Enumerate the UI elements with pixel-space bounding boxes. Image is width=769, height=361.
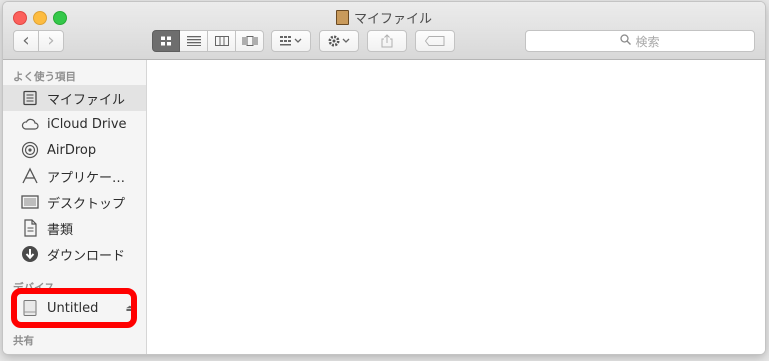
list-view-button[interactable] <box>180 30 208 52</box>
sidebar-item-airdrop[interactable]: AirDrop <box>3 137 146 163</box>
title-bar: マイファイル ‹ › 検索 <box>3 2 765 60</box>
window-title-text: マイファイル <box>353 12 432 27</box>
favorites-header: よく使う項目 <box>13 71 76 83</box>
tags-button[interactable] <box>415 30 455 52</box>
forward-button[interactable]: › <box>38 30 64 52</box>
icon-view-icon <box>161 36 171 46</box>
sidebar-item-label: iCloud Drive <box>47 116 127 132</box>
back-button[interactable]: ‹ <box>13 30 39 52</box>
desktop-icon <box>21 193 39 211</box>
window-title: マイファイル <box>3 8 765 27</box>
annotation-highlight-box <box>11 288 137 328</box>
search-icon <box>620 34 632 48</box>
sidebar-item-label: ダウンロード <box>47 248 126 264</box>
column-view-icon <box>214 36 229 46</box>
downloads-icon <box>21 245 39 263</box>
search-placeholder: 検索 <box>635 34 660 49</box>
sidebar-item-label: 書類 <box>47 222 74 238</box>
shared-header: 共有 <box>13 335 34 347</box>
file-browser-content[interactable] <box>147 60 765 354</box>
tag-icon <box>425 36 445 46</box>
sidebar-item-icloud-drive[interactable]: iCloud Drive <box>3 111 146 137</box>
sidebar-item-downloads[interactable]: ダウンロード <box>3 241 146 267</box>
sidebar-item-label: マイファイル <box>47 92 126 108</box>
view-mode-group <box>152 30 264 52</box>
sidebar-item-label: アプリケー… <box>47 170 126 186</box>
search-field[interactable]: 検索 <box>525 30 755 52</box>
sidebar-item-documents[interactable]: 書類 <box>3 215 146 241</box>
cover-flow-icon <box>242 36 257 46</box>
cover-flow-button[interactable] <box>236 30 264 52</box>
action-button[interactable] <box>319 30 359 52</box>
gear-icon <box>328 35 350 47</box>
chevron-left-icon: ‹ <box>22 30 30 51</box>
share-icon <box>381 34 393 48</box>
cloud-icon <box>21 115 39 133</box>
share-button[interactable] <box>367 30 407 52</box>
arrange-icon <box>280 36 302 46</box>
documents-icon <box>21 219 39 237</box>
sidebar-item-applications[interactable]: アプリケー… <box>3 163 146 189</box>
sidebar: よく使う項目 マイファイル iCloud Drive AirDrop アプリケー… <box>3 60 147 354</box>
all-my-files-icon <box>335 10 349 25</box>
sidebar-item-label: AirDrop <box>47 142 97 158</box>
applications-icon <box>21 167 39 185</box>
icon-view-button[interactable] <box>152 30 180 52</box>
arrange-button[interactable] <box>271 30 311 52</box>
sidebar-item-desktop[interactable]: デスクトップ <box>3 189 146 215</box>
all-my-files-icon <box>21 89 39 107</box>
sidebar-item-label: デスクトップ <box>47 196 126 212</box>
list-view-icon <box>186 36 201 46</box>
sidebar-item-all-my-files[interactable]: マイファイル <box>3 85 146 111</box>
column-view-button[interactable] <box>208 30 236 52</box>
chevron-right-icon: › <box>47 30 55 51</box>
finder-window: マイファイル ‹ › 検索 よく使う項目 マイファイル iCloud Drive… <box>3 2 765 354</box>
airdrop-icon <box>21 141 39 159</box>
